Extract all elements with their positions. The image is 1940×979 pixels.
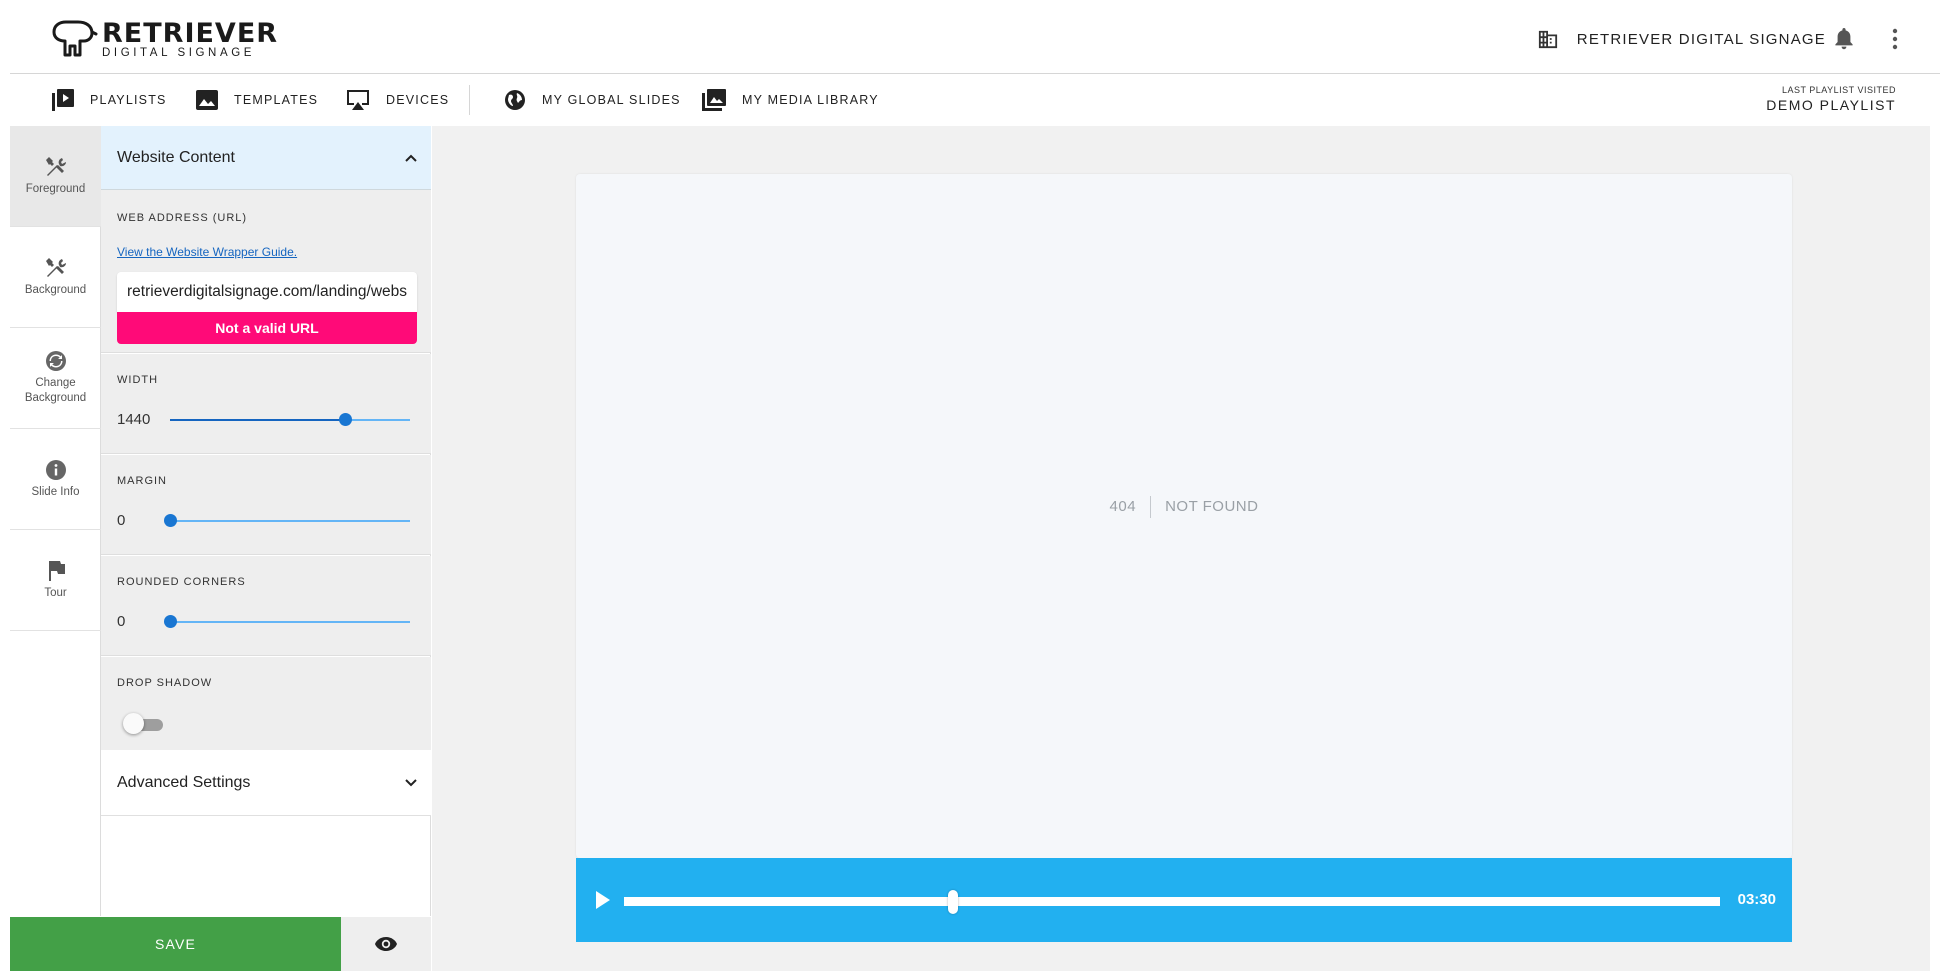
website-wrapper-guide-link[interactable]: View the Website Wrapper Guide. — [117, 245, 297, 259]
margin-label: MARGIN — [117, 475, 167, 487]
right-gutter — [1930, 75, 1940, 979]
flag-icon — [48, 560, 65, 581]
chevron-down-icon — [405, 778, 417, 786]
nav-label-media-library: MY MEDIA LIBRARY — [742, 93, 879, 107]
nav-divider — [469, 85, 470, 115]
eye-icon — [375, 937, 397, 951]
brand-logo[interactable]: RETRIEVER DIGITAL SIGNAGE — [50, 20, 278, 60]
error-text: NOT FOUND — [1165, 498, 1259, 515]
width-slider[interactable] — [170, 413, 410, 426]
last-playlist-visited[interactable]: LAST PLAYLIST VISITED DEMO PLAYLIST — [1766, 85, 1896, 113]
app-header: RETRIEVER DIGITAL SIGNAGE RETRIEVER DIGI… — [10, 0, 1940, 74]
organization-name: RETRIEVER DIGITAL SIGNAGE — [1576, 30, 1826, 48]
nav-label-templates: TEMPLATES — [234, 93, 319, 107]
brand-tagline: DIGITAL SIGNAGE — [102, 47, 256, 60]
rounded-corners-slider-thumb[interactable] — [164, 615, 177, 628]
drop-shadow-section: DROP SHADOW — [101, 657, 431, 750]
rail-label-background: Background — [24, 283, 87, 296]
web-address-section: WEB ADDRESS (URL) View the Website Wrapp… — [101, 190, 431, 353]
foreground-settings-panel: Website Content WEB ADDRESS (URL) View t… — [101, 126, 431, 916]
info-icon — [45, 459, 66, 480]
image-icon — [196, 90, 218, 110]
web-address-label: WEB ADDRESS (URL) — [117, 212, 248, 224]
nav-item-devices[interactable]: DEVICES — [346, 87, 449, 113]
rail-label-change-background: Change Background — [24, 377, 87, 404]
save-button[interactable]: SAVE — [10, 917, 341, 971]
organization-selector[interactable]: RETRIEVER DIGITAL SIGNAGE — [1537, 29, 1826, 49]
nav-label-devices: DEVICES — [386, 93, 450, 107]
width-slider-thumb[interactable] — [339, 413, 353, 426]
width-value: 1440 — [117, 411, 151, 428]
width-label: WIDTH — [117, 374, 159, 386]
rail-label-tour: Tour — [44, 586, 67, 599]
tools-icon — [45, 257, 66, 277]
preview-button[interactable] — [341, 917, 431, 971]
nav-item-media-library[interactable]: MY MEDIA LIBRARY — [702, 87, 879, 113]
play-icon[interactable] — [592, 888, 614, 912]
rail-label-foreground: Foreground — [25, 182, 86, 195]
slide-preview-stage: 404 NOT FOUND 03:30 — [432, 126, 1940, 971]
rounded-corners-label: ROUNDED CORNERS — [117, 576, 246, 588]
playback-scrubber[interactable] — [947, 890, 958, 914]
editor-tool-rail: Foreground Background Change Background … — [10, 126, 101, 916]
last-playlist-label: LAST PLAYLIST VISITED — [1781, 85, 1896, 95]
url-error-message: Not a valid URL — [117, 312, 417, 344]
rail-label-slide-info: Slide Info — [31, 485, 80, 498]
main-nav: PLAYLISTS TEMPLATES DEVICES MY GLOBAL SL… — [10, 75, 1940, 125]
rail-item-slide-info[interactable]: Slide Info — [10, 429, 101, 530]
nav-label-playlists: PLAYLISTS — [90, 93, 167, 107]
cast-icon — [347, 90, 369, 110]
chevron-up-icon — [405, 154, 417, 162]
rail-item-background[interactable]: Background — [10, 227, 101, 328]
advanced-settings-accordion-header[interactable]: Advanced Settings — [101, 750, 431, 816]
last-playlist-value: DEMO PLAYLIST — [1766, 97, 1896, 113]
playback-bar: 03:30 — [576, 858, 1792, 942]
rail-item-change-background[interactable]: Change Background — [10, 328, 101, 429]
refresh-icon — [45, 351, 66, 372]
slide-preview-canvas: 404 NOT FOUND — [576, 174, 1792, 858]
margin-slider-thumb[interactable] — [164, 514, 177, 527]
not-found-message: 404 NOT FOUND — [576, 496, 1792, 518]
drop-shadow-label: DROP SHADOW — [117, 677, 213, 689]
margin-slider[interactable] — [164, 514, 410, 527]
rail-item-tour[interactable]: Tour — [10, 530, 101, 631]
rail-item-foreground[interactable]: Foreground — [10, 126, 101, 227]
playback-timeline[interactable] — [624, 890, 1720, 914]
nav-label-global-slides: MY GLOBAL SLIDES — [542, 93, 681, 107]
width-slider-fill — [170, 419, 346, 421]
width-section: WIDTH 1440 — [101, 354, 431, 454]
photo-library-icon — [702, 89, 726, 111]
advanced-settings-title: Advanced Settings — [117, 773, 251, 791]
more-vert-icon[interactable] — [1892, 28, 1898, 50]
playback-duration: 03:30 — [1737, 891, 1776, 908]
brand-name: RETRIEVER — [102, 18, 279, 50]
nav-item-playlists[interactable]: PLAYLISTS — [52, 87, 167, 113]
notifications-bell-icon[interactable] — [1834, 28, 1854, 50]
retriever-logo-icon — [52, 20, 98, 57]
playlist-icon — [52, 89, 74, 111]
website-content-accordion-header[interactable]: Website Content — [101, 126, 431, 190]
drop-shadow-toggle-knob — [123, 713, 144, 734]
margin-value: 0 — [117, 512, 126, 529]
rounded-corners-section: ROUNDED CORNERS 0 — [101, 556, 431, 656]
globe-icon — [505, 90, 525, 110]
url-input[interactable] — [117, 272, 417, 312]
website-content-title: Website Content — [117, 148, 235, 166]
margin-section: MARGIN 0 — [101, 455, 431, 555]
nav-item-global-slides[interactable]: MY GLOBAL SLIDES — [504, 87, 681, 113]
rounded-corners-slider[interactable] — [164, 615, 410, 628]
tools-icon — [45, 156, 66, 176]
nav-item-templates[interactable]: TEMPLATES — [196, 87, 318, 113]
building-icon — [1538, 30, 1557, 49]
drop-shadow-toggle[interactable] — [123, 713, 165, 735]
rounded-corners-value: 0 — [117, 613, 126, 630]
error-code: 404 — [1110, 496, 1152, 518]
